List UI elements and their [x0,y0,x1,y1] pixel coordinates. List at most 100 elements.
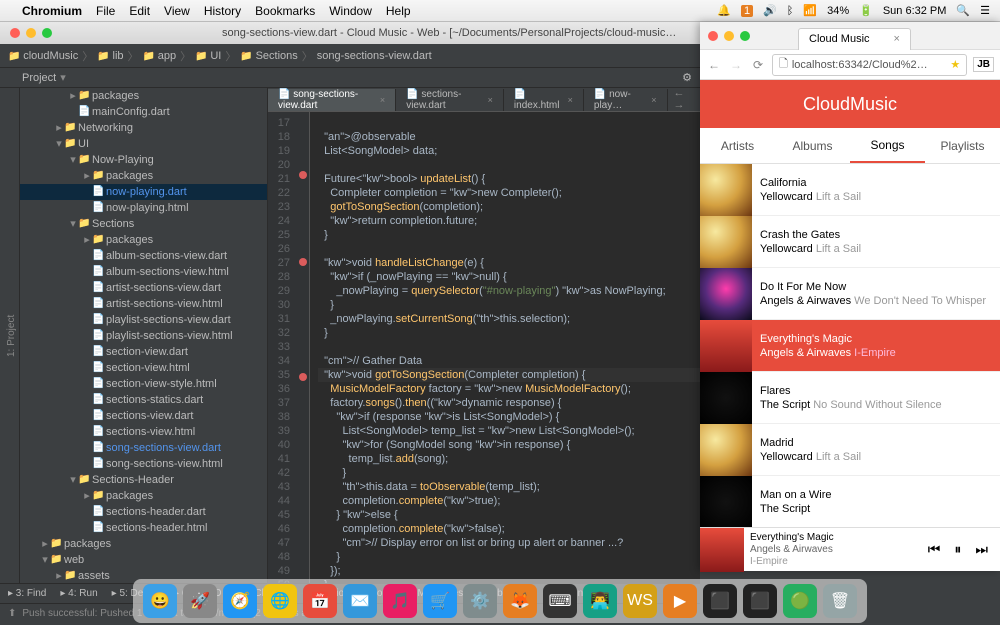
tab-close-icon[interactable]: × [894,33,900,45]
song-row[interactable]: FlaresThe Script No Sound Without Silenc… [700,372,1000,424]
song-row[interactable]: MadridYellowcard Lift a Sail [700,424,1000,476]
breadcrumb-item[interactable]: lib [97,50,123,62]
tree-row[interactable]: 📄sections-header.html [20,520,267,536]
menu-view[interactable]: View [164,4,190,18]
tree-row[interactable]: 📄song-sections-view.dart [20,440,267,456]
tree-row[interactable]: 📄now-playing.dart [20,184,267,200]
volume-icon[interactable]: 🔊 [763,4,777,17]
tree-row[interactable]: ▸📁Networking [20,120,267,136]
browser-close-icon[interactable] [708,31,718,41]
app-tab-songs[interactable]: Songs [850,128,925,163]
breadcrumb-item[interactable]: UI [195,50,221,62]
editor-tab[interactable]: 📄 index.html× [504,89,584,111]
menu-history[interactable]: History [204,4,241,18]
bluetooth-icon[interactable]: ᛒ [787,5,794,17]
tree-row[interactable]: 📄playlist-sections-view.dart [20,312,267,328]
dock-cal[interactable]: 📅 [303,584,337,618]
dock-ws[interactable]: WS [623,584,657,618]
back-icon[interactable]: ← [706,58,722,72]
tree-row[interactable]: ▾📁Sections-Header [20,472,267,488]
gear-icon[interactable]: ⚙ [682,71,692,84]
clock[interactable]: Sun 6:32 PM [883,5,947,17]
menu-file[interactable]: File [96,4,115,18]
notif-badge[interactable]: 1 [741,5,753,17]
bookmark-star-icon[interactable]: ★ [950,58,960,71]
editor-tab[interactable]: 📄 now-play…× [584,89,668,111]
tab-scroll[interactable]: ← → [668,87,701,111]
prev-icon[interactable]: ⏮ [928,541,941,558]
dock-vlc[interactable]: ▶ [663,584,697,618]
song-list[interactable]: CaliforniaYellowcard Lift a SailCrash th… [700,164,1000,527]
editor-tab[interactable]: 📄 song-sections-view.dart× [268,89,396,111]
tree-row[interactable]: 📄section-view.html [20,360,267,376]
dock-appstore[interactable]: 🛒 [423,584,457,618]
dock-iterm[interactable]: ⬛ [703,584,737,618]
vcs-icon[interactable]: ⬆ [8,608,16,619]
app-tab-playlists[interactable]: Playlists [925,128,1000,163]
dock-code[interactable]: 👨‍💻 [583,584,617,618]
dropdown-icon[interactable]: ▾ [60,71,66,84]
tree-row[interactable]: ▾📁Now-Playing [20,152,267,168]
tree-row[interactable]: ▾📁web [20,552,267,568]
app-tab-artists[interactable]: Artists [700,128,775,163]
tree-row[interactable]: 📄sections-header.dart [20,504,267,520]
window-minimize-icon[interactable] [26,28,36,38]
song-row[interactable]: CaliforniaYellowcard Lift a Sail [700,164,1000,216]
tree-row[interactable]: 📄now-playing.html [20,200,267,216]
tree-row[interactable]: 📄album-sections-view.dart [20,248,267,264]
code-text[interactable]: "an">@observable List<SongModel> data; F… [310,112,700,583]
toolwindow-button[interactable]: ▸ 4: Run [60,588,97,599]
tab-close-icon[interactable]: × [651,95,656,105]
tree-row[interactable]: 📄section-view.dart [20,344,267,360]
tree-row[interactable]: 📄sections-view.dart [20,408,267,424]
song-row[interactable]: Do It For Me NowAngels & Airwaves We Don… [700,268,1000,320]
tree-row[interactable]: 📄playlist-sections-view.html [20,328,267,344]
jb-extension-icon[interactable]: JB [973,57,994,72]
browser-tab[interactable]: Cloud Music × [798,28,911,50]
dock-torrent[interactable]: 🟢 [783,584,817,618]
code-area[interactable]: 1718192021222324252627282930313233343536… [268,112,700,583]
song-row[interactable]: Man on a WireThe Script [700,476,1000,527]
browser-zoom-icon[interactable] [740,31,750,41]
tab-close-icon[interactable]: × [380,95,385,105]
address-bar[interactable]: 🗋 localhost:63342/Cloud%2… ★ [772,54,967,76]
toolwindow-button[interactable]: ▸ 3: Find [8,588,46,599]
breadcrumb-item[interactable]: song-sections-view.dart [317,50,432,62]
song-row[interactable]: Crash the GatesYellowcard Lift a Sail [700,216,1000,268]
next-icon[interactable]: ⏭ [975,541,988,558]
tree-row[interactable]: 📄sections-view.html [20,424,267,440]
reload-icon[interactable]: ⟳ [750,58,766,72]
toolwindow-project[interactable]: 1: Project [4,88,19,583]
tree-row[interactable]: ▾📁UI [20,136,267,152]
tree-row[interactable]: 📄song-sections-view.html [20,456,267,472]
dock-launchpad[interactable]: 🚀 [183,584,217,618]
project-tree[interactable]: ▸📁packages📄mainConfig.dart▸📁Networking▾📁… [20,88,268,583]
window-close-icon[interactable] [10,28,20,38]
wifi-icon[interactable]: 📶 [803,4,817,17]
tree-row[interactable]: 📄sections-statics.dart [20,392,267,408]
tree-row[interactable]: ▸📁packages [20,488,267,504]
tree-row[interactable]: 📄album-sections-view.html [20,264,267,280]
battery-icon[interactable]: 🔋 [859,4,873,17]
project-toolwindow-header[interactable]: Project ▾ ⚙ [0,68,700,88]
dock-firefox[interactable]: 🦊 [503,584,537,618]
dock-chrome[interactable]: 🌐 [263,584,297,618]
tree-row[interactable]: ▸📁packages [20,88,267,104]
tree-row[interactable]: 📄section-view-style.html [20,376,267,392]
tab-close-icon[interactable]: × [568,95,573,105]
dock-iterm2[interactable]: ⬛ [743,584,777,618]
menu-window[interactable]: Window [329,4,372,18]
app-tab-albums[interactable]: Albums [775,128,850,163]
tree-row[interactable]: ▸📁packages [20,232,267,248]
menu-bookmarks[interactable]: Bookmarks [255,4,315,18]
dock-trash[interactable]: 🗑 [823,584,857,618]
dock-mail[interactable]: ✉️ [343,584,377,618]
spotlight-icon[interactable]: 🔍 [956,4,970,17]
dock-term[interactable]: ⌨ [543,584,577,618]
menu-help[interactable]: Help [386,4,411,18]
menu-icon[interactable]: ☰ [980,4,990,17]
tree-row[interactable]: 📄mainConfig.dart [20,104,267,120]
breadcrumb-item[interactable]: app [143,50,177,62]
dock-finder[interactable]: 😀 [143,584,177,618]
tab-close-icon[interactable]: × [488,95,493,105]
